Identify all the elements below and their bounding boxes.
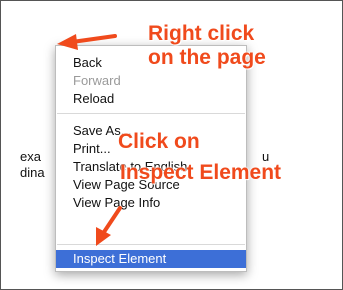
callout-inspect-element: Inspect Element bbox=[120, 161, 282, 184]
menu-item-label: Reload bbox=[73, 91, 115, 106]
menu-item-reload[interactable]: Reload bbox=[56, 90, 246, 108]
menu-item-inspect-element[interactable]: Inspect Element bbox=[56, 250, 246, 268]
menu-item-label: View Page Info bbox=[73, 195, 161, 210]
context-menu: Back Forward Reload Save As... Print... … bbox=[55, 45, 247, 272]
page-text-left: exa dina bbox=[20, 149, 45, 181]
page-text-line-2: dina bbox=[20, 165, 45, 180]
menu-item-label: Forward bbox=[73, 73, 121, 88]
menu-item-label: Back bbox=[73, 55, 102, 70]
menu-item-view-page-info[interactable]: View Page Info bbox=[56, 194, 246, 212]
menu-item-forward: Forward bbox=[56, 72, 246, 90]
menu-separator bbox=[57, 244, 245, 245]
callout-right-click-line-2: on the page bbox=[148, 46, 266, 69]
menu-item-label: Inspect Element bbox=[73, 251, 167, 266]
page-text-line-1: exa bbox=[20, 149, 41, 164]
callout-right-click-line-1: Right click bbox=[148, 22, 255, 45]
callout-right-click: Right click on the page bbox=[148, 22, 266, 70]
callout-click-on: Click on bbox=[118, 130, 200, 153]
menu-separator bbox=[57, 113, 245, 114]
menu-item-label: Print... bbox=[73, 141, 111, 156]
